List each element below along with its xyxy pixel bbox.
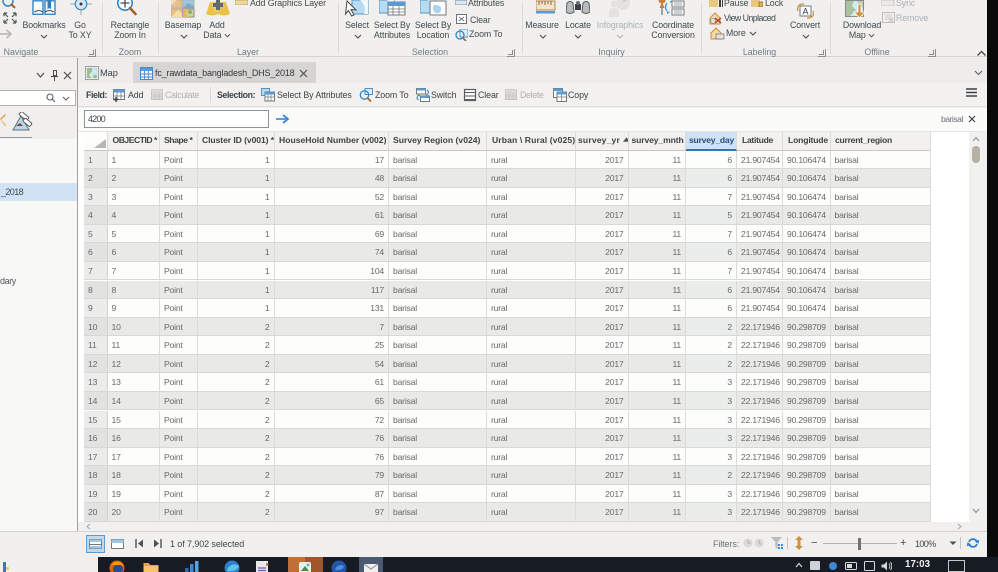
svg-text:A: A [802,7,808,17]
